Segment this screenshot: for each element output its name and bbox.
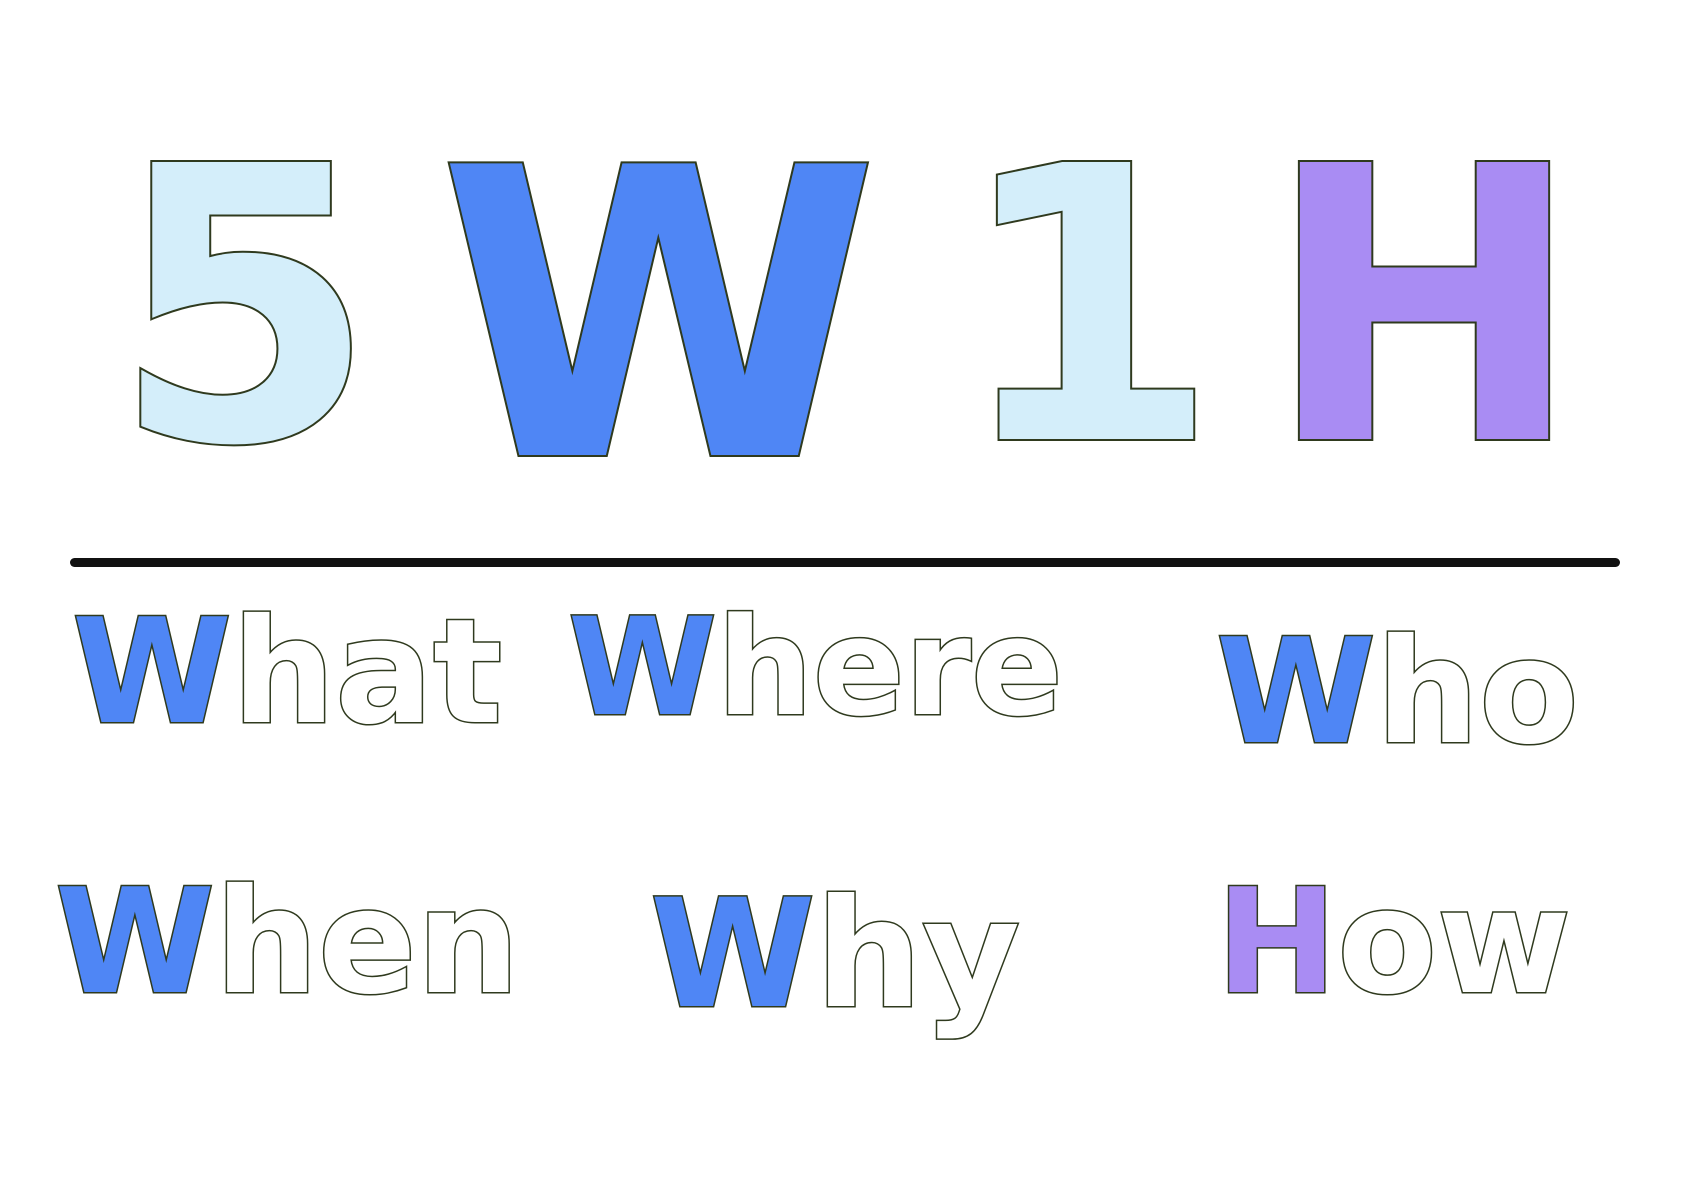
word-when-rest: hen: [213, 858, 521, 1027]
word-where: Where: [567, 599, 1065, 737]
title-letter-w: W: [436, 85, 881, 550]
word-when: When: [54, 869, 522, 1017]
word-how-initial: H: [1214, 858, 1338, 1027]
word-why-initial: W: [648, 868, 816, 1042]
divider-line: [70, 558, 1620, 567]
word-how: How: [1214, 869, 1572, 1017]
word-why-rest: hy: [814, 868, 1022, 1042]
title-letter-h: H: [1263, 86, 1585, 529]
word-why: Why: [648, 879, 1021, 1032]
title-letter-1: 1: [953, 86, 1221, 529]
word-what-rest: hat: [230, 588, 503, 757]
title-letter-5: 5: [110, 86, 378, 529]
word-where-rest: here: [715, 589, 1064, 746]
word-who-initial: W: [1215, 608, 1378, 777]
word-where-initial: W: [567, 589, 719, 746]
word-who-rest: ho: [1374, 608, 1580, 777]
word-who: Who: [1215, 619, 1581, 767]
word-how-rest: ow: [1336, 858, 1573, 1027]
word-what-initial: W: [71, 588, 234, 757]
word-when-initial: W: [54, 858, 217, 1027]
word-what: What: [71, 599, 504, 747]
